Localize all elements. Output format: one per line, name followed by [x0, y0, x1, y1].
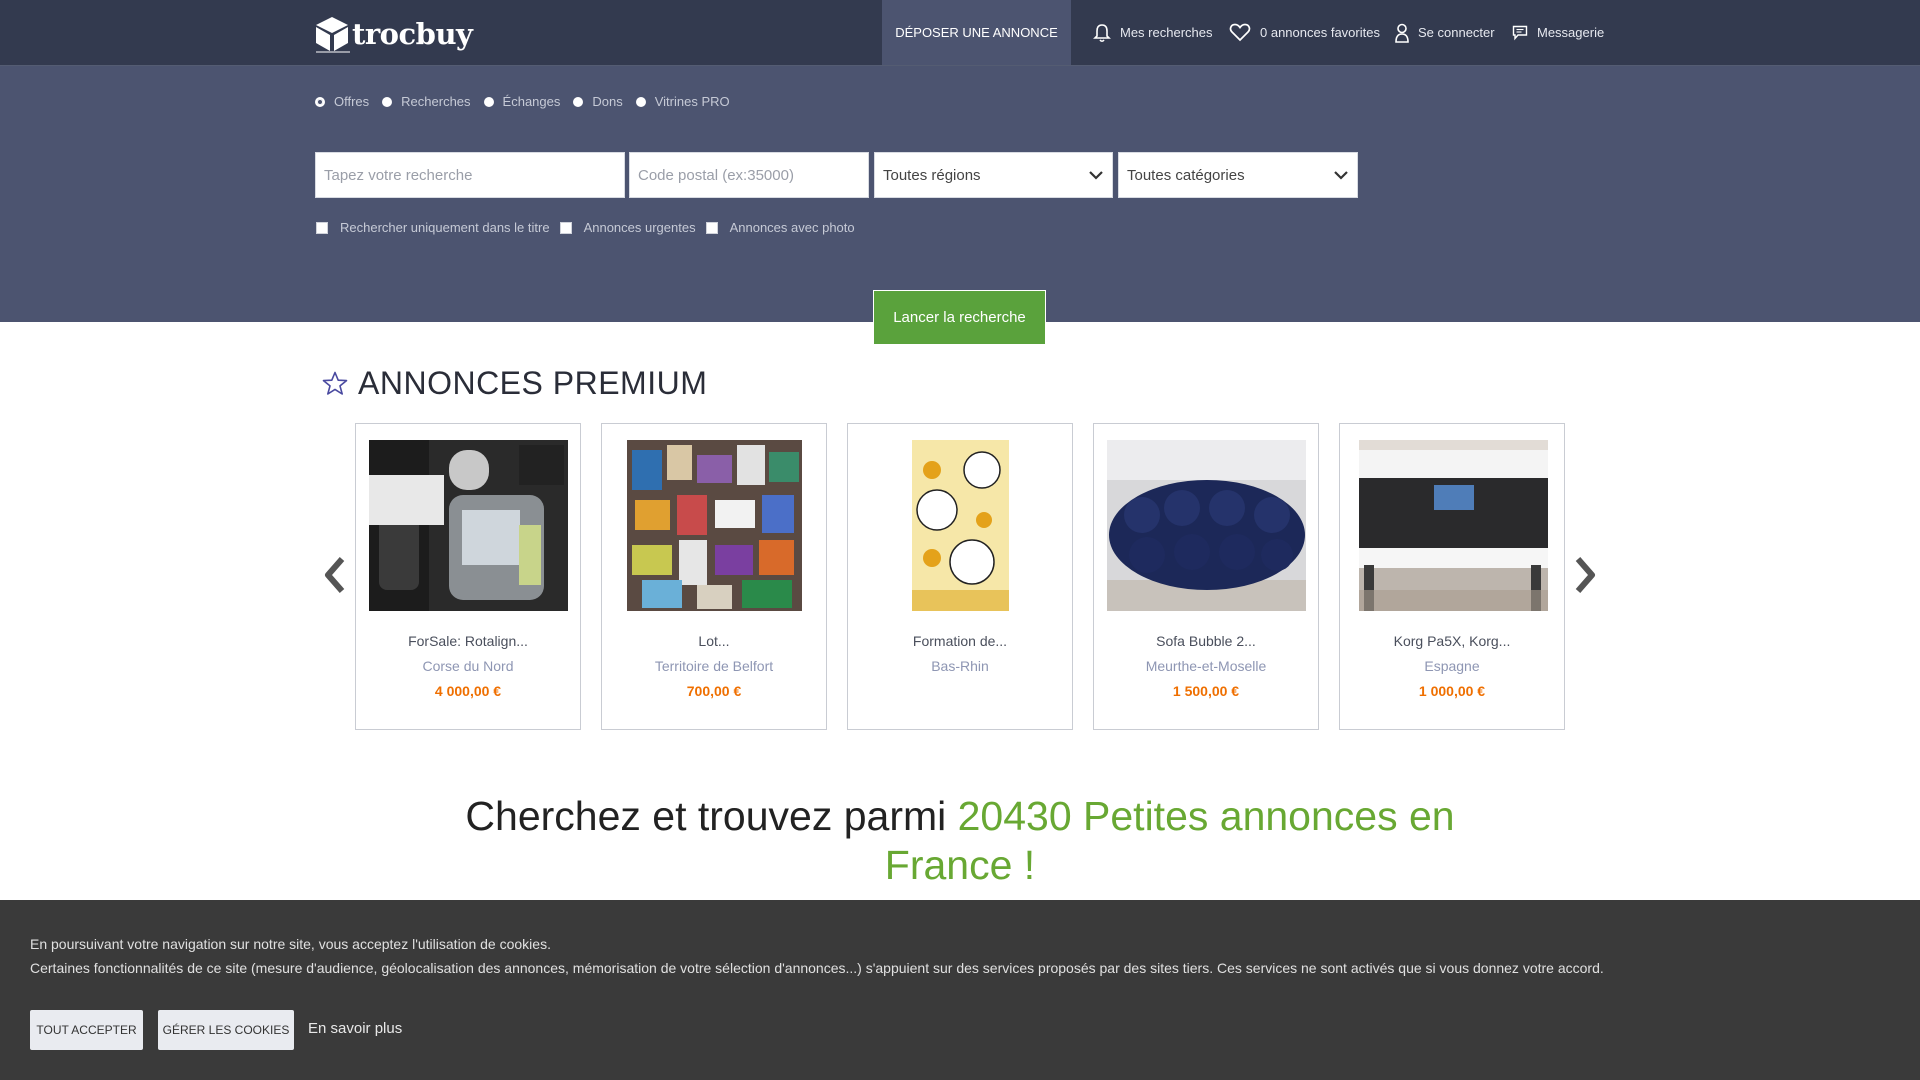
chat-icon	[1512, 25, 1528, 40]
checkbox-label: Rechercher uniquement dans le titre	[340, 220, 550, 235]
radio-label: Offres	[334, 94, 370, 109]
nav-favorites-label: 0 annonces favorites	[1260, 25, 1380, 40]
headline-highlight: 20430 Petites annonces en France !	[884, 793, 1455, 888]
headline-prefix: Cherchez et trouvez parmi	[465, 793, 958, 839]
premium-ad-card[interactable]: Sofa Bubble 2... Meurthe-et-Moselle 1 50…	[1093, 423, 1319, 730]
ad-title: Korg Pa5X, Korg...	[1393, 633, 1511, 649]
ad-title: Formation de...	[912, 633, 1008, 649]
logo-text: trocbuy	[352, 17, 473, 51]
cube-logo-icon	[316, 17, 350, 53]
checkbox-label: Annonces avec photo	[729, 220, 855, 235]
premium-ad-card[interactable]: Formation de... Bas-Rhin	[847, 423, 1073, 730]
chevron-down-icon	[1089, 171, 1103, 180]
postal-code-input[interactable]	[629, 152, 869, 198]
premium-ad-card[interactable]: ForSale: Rotalign... Corse du Nord 4 000…	[355, 423, 581, 730]
top-navbar: trocbuy DÉPOSER UNE ANNONCE Mes recherch…	[0, 0, 1920, 66]
ad-title: Lot...	[698, 633, 730, 649]
nav-my-searches[interactable]: Mes recherches	[1093, 0, 1212, 65]
ad-photo-keyboard	[1359, 440, 1548, 611]
checkbox-icon[interactable]	[705, 221, 718, 234]
category-select-value: Toutes catégories	[1127, 166, 1245, 184]
premium-ad-card[interactable]: Lot... Territoire de Belfort 700,00 €	[601, 423, 827, 730]
checkbox-with-photo[interactable]: Annonces avec photo	[705, 220, 855, 235]
radio-icon[interactable]	[382, 96, 393, 107]
manage-cookies-button[interactable]: GÉRER LES COOKIES	[158, 1010, 294, 1050]
user-icon	[1395, 23, 1409, 43]
cookie-text-line-2: Certaines fonctionnalités de ce site (me…	[30, 960, 1604, 976]
cookie-consent-banner: En poursuivant votre navigation sur notr…	[0, 900, 1920, 1080]
ad-photo-alignment-tool	[369, 440, 568, 611]
checkbox-icon[interactable]	[559, 221, 572, 234]
ad-photo-formation-flyer	[912, 440, 1009, 611]
ad-count-headline: Cherchez et trouvez parmi 20430 Petites …	[460, 792, 1460, 890]
ad-location: Corse du Nord	[422, 658, 514, 674]
radio-icon[interactable]	[635, 96, 646, 107]
radio-vitrines-pro[interactable]: Vitrines PRO	[635, 94, 730, 109]
premium-section-title: ANNONCES PREMIUM	[322, 365, 707, 402]
radio-dons[interactable]: Dons	[573, 94, 623, 109]
ad-type-radio-group: Offres Recherches Échanges Dons Vitrines…	[315, 94, 743, 109]
ad-location: Territoire de Belfort	[654, 658, 774, 674]
checkbox-label: Annonces urgentes	[583, 220, 696, 235]
region-select-value: Toutes régions	[883, 166, 981, 184]
radio-label: Dons	[592, 94, 623, 109]
radio-label: Vitrines PRO	[654, 94, 730, 109]
ad-title: ForSale: Rotalign...	[408, 633, 528, 649]
chevron-down-icon	[1334, 171, 1348, 180]
ad-price: 1 500,00 €	[1172, 683, 1240, 699]
nav-favorites[interactable]: 0 annonces favorites	[1229, 0, 1380, 65]
search-submit-button[interactable]: Lancer la recherche	[873, 290, 1046, 345]
ad-location: Espagne	[1424, 658, 1480, 674]
checkbox-urgent[interactable]: Annonces urgentes	[559, 220, 696, 235]
premium-ad-card[interactable]: Korg Pa5X, Korg... Espagne 1 000,00 €	[1339, 423, 1565, 730]
nav-login-label: Se connecter	[1418, 25, 1495, 40]
ad-photo-product-lot	[627, 440, 802, 611]
learn-more-link[interactable]: En savoir plus	[308, 1020, 402, 1037]
radio-icon[interactable]	[483, 96, 494, 107]
site-logo[interactable]: trocbuy	[314, 14, 473, 54]
accept-all-cookies-button[interactable]: TOUT ACCEPTER	[30, 1010, 143, 1050]
ad-price: 1 000,00 €	[1418, 683, 1486, 699]
nav-messages-label: Messagerie	[1537, 25, 1605, 40]
ad-price: 700,00 €	[686, 683, 742, 699]
nav-messages[interactable]: Messagerie	[1512, 0, 1604, 65]
ad-location: Meurthe-et-Moselle	[1145, 658, 1267, 674]
premium-title-text: ANNONCES PREMIUM	[358, 365, 708, 401]
radio-label: Échanges	[502, 94, 561, 109]
ad-photo-blue-sofa	[1107, 440, 1306, 611]
checkbox-icon[interactable]	[316, 221, 328, 234]
heart-icon	[1229, 23, 1251, 42]
post-ad-button[interactable]: DÉPOSER UNE ANNONCE	[882, 0, 1071, 65]
radio-label: Recherches	[401, 94, 471, 109]
cookie-text-line-1: En poursuivant votre navigation sur notr…	[30, 936, 551, 952]
radio-echanges[interactable]: Échanges	[483, 94, 561, 109]
search-options: Rechercher uniquement dans le titre Anno…	[316, 220, 865, 235]
ad-location: Bas-Rhin	[931, 658, 989, 674]
nav-login[interactable]: Se connecter	[1395, 0, 1495, 65]
ad-title: Sofa Bubble 2...	[1156, 633, 1256, 649]
radio-icon[interactable]	[573, 96, 584, 107]
bell-icon	[1093, 23, 1111, 42]
radio-recherches[interactable]: Recherches	[382, 94, 471, 109]
region-select[interactable]: Toutes régions	[874, 152, 1113, 198]
carousel-next-arrow-icon[interactable]	[1570, 555, 1600, 595]
category-select[interactable]: Toutes catégories	[1118, 152, 1358, 198]
ad-price: 4 000,00 €	[434, 683, 502, 699]
cookie-text: En poursuivant votre navigation sur notr…	[30, 932, 1604, 980]
search-query-input[interactable]	[315, 152, 625, 198]
nav-my-searches-label: Mes recherches	[1120, 25, 1213, 40]
carousel-prev-arrow-icon[interactable]	[320, 555, 350, 595]
radio-selected-icon[interactable]	[315, 96, 325, 107]
star-icon	[322, 371, 348, 395]
checkbox-title-only[interactable]: Rechercher uniquement dans le titre	[316, 220, 550, 235]
radio-offres[interactable]: Offres	[315, 94, 369, 109]
